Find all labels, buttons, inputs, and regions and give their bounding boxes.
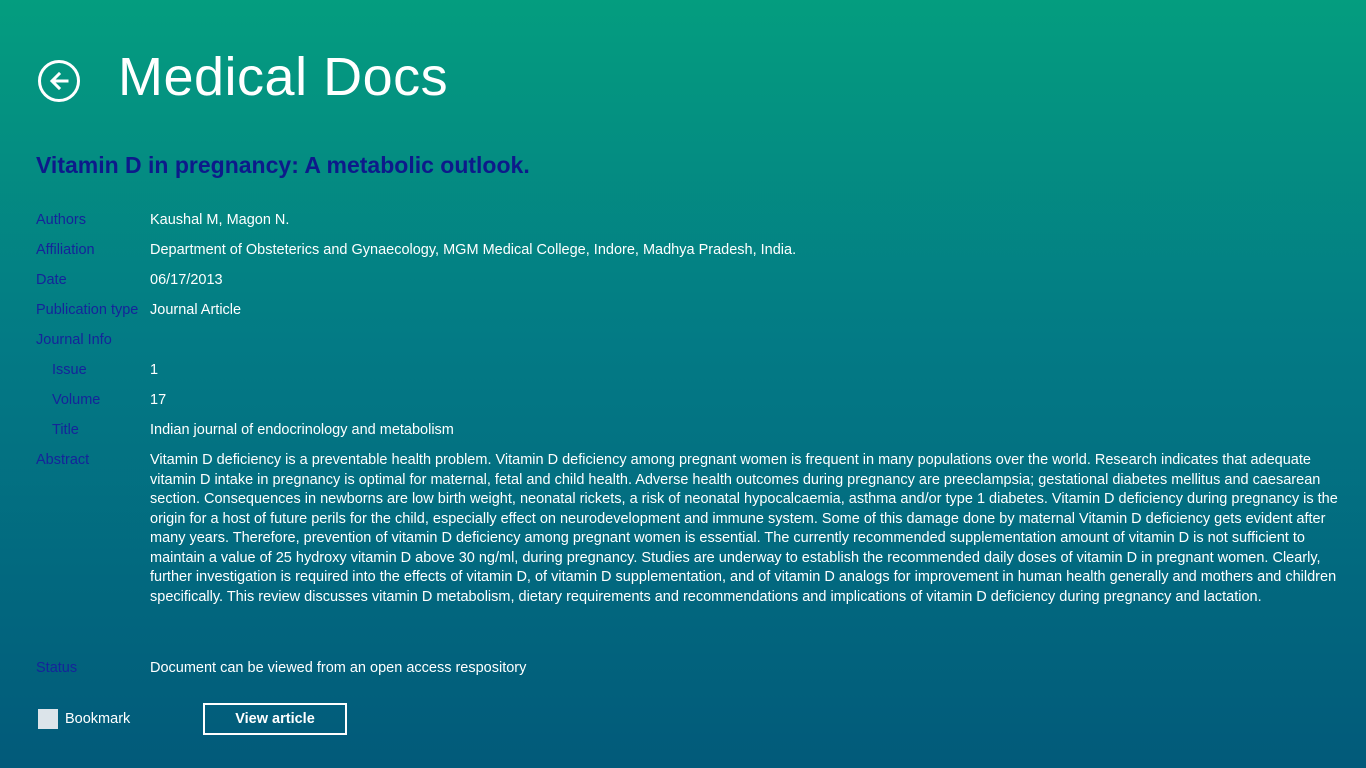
- affiliation-value: Department of Obsteterics and Gynaecolog…: [150, 242, 797, 258]
- publication-type-label: Publication type: [36, 302, 139, 318]
- issue-label: Issue: [52, 362, 87, 378]
- abstract-label: Abstract: [36, 452, 90, 468]
- back-arrow-icon: [49, 71, 69, 91]
- journal-title-label: Title: [52, 422, 79, 438]
- abstract-text: Vitamin D deficiency is a preventable he…: [150, 452, 1338, 605]
- publication-type-value: Journal Article: [150, 302, 242, 318]
- journal-info-label: Journal Info: [36, 332, 112, 348]
- status-label: Status: [36, 660, 78, 676]
- issue-value: 1: [150, 362, 159, 378]
- bookmark-checkbox[interactable]: [38, 709, 58, 729]
- volume-label: Volume: [52, 392, 101, 408]
- authors-value: Kaushal M, Magon N.: [150, 212, 290, 228]
- volume-value: 17: [150, 392, 167, 408]
- journal-title-value: Indian journal of endocrinology and meta…: [150, 422, 454, 438]
- bookmark-toggle[interactable]: Bookmark: [38, 709, 130, 729]
- date-value: 06/17/2013: [150, 272, 223, 288]
- bookmark-label: Bookmark: [65, 711, 131, 727]
- date-label: Date: [36, 272, 67, 288]
- back-button[interactable]: [38, 60, 80, 102]
- app-title: Medical Docs: [118, 47, 449, 107]
- document-title: Vitamin D in pregnancy: A metabolic outl…: [36, 152, 530, 178]
- authors-label: Authors: [36, 212, 86, 228]
- view-article-button[interactable]: View article: [203, 703, 347, 735]
- affiliation-label: Affiliation: [36, 242, 95, 258]
- status-value: Document can be viewed from an open acce…: [150, 660, 527, 676]
